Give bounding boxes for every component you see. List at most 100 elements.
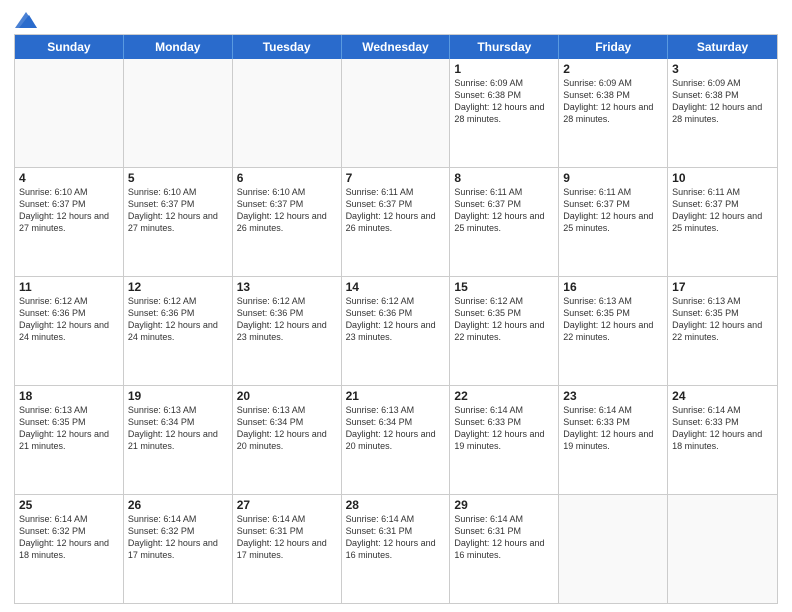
cell-info: Sunrise: 6:14 AMSunset: 6:33 PMDaylight:… bbox=[672, 404, 773, 453]
calendar: SundayMondayTuesdayWednesdayThursdayFrid… bbox=[14, 34, 778, 604]
day-cell-16: 16Sunrise: 6:13 AMSunset: 6:35 PMDayligh… bbox=[559, 277, 668, 385]
cell-info: Sunrise: 6:11 AMSunset: 6:37 PMDaylight:… bbox=[672, 186, 773, 235]
empty-cell bbox=[15, 59, 124, 167]
day-cell-23: 23Sunrise: 6:14 AMSunset: 6:33 PMDayligh… bbox=[559, 386, 668, 494]
day-cell-20: 20Sunrise: 6:13 AMSunset: 6:34 PMDayligh… bbox=[233, 386, 342, 494]
day-number: 14 bbox=[346, 280, 446, 294]
day-cell-9: 9Sunrise: 6:11 AMSunset: 6:37 PMDaylight… bbox=[559, 168, 668, 276]
day-number: 9 bbox=[563, 171, 663, 185]
day-number: 7 bbox=[346, 171, 446, 185]
day-cell-1: 1Sunrise: 6:09 AMSunset: 6:38 PMDaylight… bbox=[450, 59, 559, 167]
calendar-week-4: 18Sunrise: 6:13 AMSunset: 6:35 PMDayligh… bbox=[15, 386, 777, 495]
cell-info: Sunrise: 6:14 AMSunset: 6:33 PMDaylight:… bbox=[454, 404, 554, 453]
day-number: 22 bbox=[454, 389, 554, 403]
cell-info: Sunrise: 6:11 AMSunset: 6:37 PMDaylight:… bbox=[563, 186, 663, 235]
cell-info: Sunrise: 6:10 AMSunset: 6:37 PMDaylight:… bbox=[19, 186, 119, 235]
day-number: 1 bbox=[454, 62, 554, 76]
day-number: 23 bbox=[563, 389, 663, 403]
day-number: 25 bbox=[19, 498, 119, 512]
day-number: 3 bbox=[672, 62, 773, 76]
cell-info: Sunrise: 6:13 AMSunset: 6:35 PMDaylight:… bbox=[672, 295, 773, 344]
cell-info: Sunrise: 6:14 AMSunset: 6:31 PMDaylight:… bbox=[237, 513, 337, 562]
cell-info: Sunrise: 6:14 AMSunset: 6:31 PMDaylight:… bbox=[454, 513, 554, 562]
day-cell-2: 2Sunrise: 6:09 AMSunset: 6:38 PMDaylight… bbox=[559, 59, 668, 167]
day-cell-19: 19Sunrise: 6:13 AMSunset: 6:34 PMDayligh… bbox=[124, 386, 233, 494]
day-cell-26: 26Sunrise: 6:14 AMSunset: 6:32 PMDayligh… bbox=[124, 495, 233, 603]
day-cell-22: 22Sunrise: 6:14 AMSunset: 6:33 PMDayligh… bbox=[450, 386, 559, 494]
day-number: 26 bbox=[128, 498, 228, 512]
day-number: 8 bbox=[454, 171, 554, 185]
day-cell-15: 15Sunrise: 6:12 AMSunset: 6:35 PMDayligh… bbox=[450, 277, 559, 385]
empty-cell bbox=[124, 59, 233, 167]
day-number: 29 bbox=[454, 498, 554, 512]
day-number: 15 bbox=[454, 280, 554, 294]
cell-info: Sunrise: 6:09 AMSunset: 6:38 PMDaylight:… bbox=[672, 77, 773, 126]
day-cell-13: 13Sunrise: 6:12 AMSunset: 6:36 PMDayligh… bbox=[233, 277, 342, 385]
cell-info: Sunrise: 6:10 AMSunset: 6:37 PMDaylight:… bbox=[128, 186, 228, 235]
day-cell-21: 21Sunrise: 6:13 AMSunset: 6:34 PMDayligh… bbox=[342, 386, 451, 494]
calendar-week-5: 25Sunrise: 6:14 AMSunset: 6:32 PMDayligh… bbox=[15, 495, 777, 603]
cell-info: Sunrise: 6:10 AMSunset: 6:37 PMDaylight:… bbox=[237, 186, 337, 235]
day-number: 5 bbox=[128, 171, 228, 185]
day-number: 6 bbox=[237, 171, 337, 185]
day-number: 24 bbox=[672, 389, 773, 403]
calendar-week-2: 4Sunrise: 6:10 AMSunset: 6:37 PMDaylight… bbox=[15, 168, 777, 277]
logo bbox=[14, 10, 37, 28]
day-number: 18 bbox=[19, 389, 119, 403]
col-header-wednesday: Wednesday bbox=[342, 35, 451, 59]
calendar-week-3: 11 Sunrise: 6:12 AMSunset: 6:36 PMDayligh… bbox=[15, 277, 777, 386]
cell-info: Sunrise: 6:14 AMSunset: 6:33 PMDaylight:… bbox=[563, 404, 663, 453]
logo-icon bbox=[15, 10, 37, 30]
day-cell-8: 8Sunrise: 6:11 AMSunset: 6:37 PMDaylight… bbox=[450, 168, 559, 276]
day-cell-17: 17Sunrise: 6:13 AMSunset: 6:35 PMDayligh… bbox=[668, 277, 777, 385]
day-cell-29: 29Sunrise: 6:14 AMSunset: 6:31 PMDayligh… bbox=[450, 495, 559, 603]
day-cell-18: 18Sunrise: 6:13 AMSunset: 6:35 PMDayligh… bbox=[15, 386, 124, 494]
day-cell-6: 6Sunrise: 6:10 AMSunset: 6:37 PMDaylight… bbox=[233, 168, 342, 276]
day-cell-14: 14Sunrise: 6:12 AMSunset: 6:36 PMDayligh… bbox=[342, 277, 451, 385]
day-cell-24: 24Sunrise: 6:14 AMSunset: 6:33 PMDayligh… bbox=[668, 386, 777, 494]
cell-info: Sunrise: 6:11 AMSunset: 6:37 PMDaylight:… bbox=[454, 186, 554, 235]
day-number: 12 bbox=[128, 280, 228, 294]
cell-info: Sunrise: 6:12 AMSunset: 6:36 PMDaylight:… bbox=[237, 295, 337, 344]
calendar-body: 1 Sunrise: 6:09 AMSunset: 6:38 PMDaylight… bbox=[15, 59, 777, 603]
cell-info: Sunrise: 6:13 AMSunset: 6:35 PMDaylight:… bbox=[563, 295, 663, 344]
day-cell-10: 10Sunrise: 6:11 AMSunset: 6:37 PMDayligh… bbox=[668, 168, 777, 276]
empty-cell bbox=[342, 59, 451, 167]
day-cell-27: 27Sunrise: 6:14 AMSunset: 6:31 PMDayligh… bbox=[233, 495, 342, 603]
day-number: 11 bbox=[19, 280, 119, 294]
day-number: 2 bbox=[563, 62, 663, 76]
day-cell-4: 4Sunrise: 6:10 AMSunset: 6:37 PMDaylight… bbox=[15, 168, 124, 276]
day-cell-25: 25Sunrise: 6:14 AMSunset: 6:32 PMDayligh… bbox=[15, 495, 124, 603]
cell-info: Sunrise: 6:13 AMSunset: 6:34 PMDaylight:… bbox=[128, 404, 228, 453]
col-header-monday: Monday bbox=[124, 35, 233, 59]
cell-info: Sunrise: 6:12 AMSunset: 6:36 PMDaylight:… bbox=[346, 295, 446, 344]
cell-info: Sunrise: 6:09 AMSunset: 6:38 PMDaylight:… bbox=[563, 77, 663, 126]
calendar-header: SundayMondayTuesdayWednesdayThursdayFrid… bbox=[15, 35, 777, 59]
col-header-sunday: Sunday bbox=[15, 35, 124, 59]
day-cell-5: 5Sunrise: 6:10 AMSunset: 6:37 PMDaylight… bbox=[124, 168, 233, 276]
empty-cell bbox=[233, 59, 342, 167]
day-number: 10 bbox=[672, 171, 773, 185]
page-header bbox=[14, 10, 778, 28]
col-header-thursday: Thursday bbox=[450, 35, 559, 59]
cell-info: Sunrise: 6:12 AMSunset: 6:36 PMDaylight:… bbox=[128, 295, 228, 344]
day-number: 28 bbox=[346, 498, 446, 512]
cell-info: Sunrise: 6:14 AMSunset: 6:31 PMDaylight:… bbox=[346, 513, 446, 562]
day-cell-28: 28Sunrise: 6:14 AMSunset: 6:31 PMDayligh… bbox=[342, 495, 451, 603]
day-number: 4 bbox=[19, 171, 119, 185]
empty-cell bbox=[668, 495, 777, 603]
cell-info: Sunrise: 6:12 AMSunset: 6:35 PMDaylight:… bbox=[454, 295, 554, 344]
cell-info: Sunrise: 6:14 AMSunset: 6:32 PMDaylight:… bbox=[19, 513, 119, 562]
day-number: 13 bbox=[237, 280, 337, 294]
col-header-friday: Friday bbox=[559, 35, 668, 59]
empty-cell bbox=[559, 495, 668, 603]
day-cell-11: 11Sunrise: 6:12 AMSunset: 6:36 PMDayligh… bbox=[15, 277, 124, 385]
day-number: 21 bbox=[346, 389, 446, 403]
day-number: 27 bbox=[237, 498, 337, 512]
day-cell-12: 12Sunrise: 6:12 AMSunset: 6:36 PMDayligh… bbox=[124, 277, 233, 385]
day-number: 20 bbox=[237, 389, 337, 403]
col-header-tuesday: Tuesday bbox=[233, 35, 342, 59]
day-cell-7: 7Sunrise: 6:11 AMSunset: 6:37 PMDaylight… bbox=[342, 168, 451, 276]
cell-info: Sunrise: 6:13 AMSunset: 6:35 PMDaylight:… bbox=[19, 404, 119, 453]
cell-info: Sunrise: 6:13 AMSunset: 6:34 PMDaylight:… bbox=[237, 404, 337, 453]
